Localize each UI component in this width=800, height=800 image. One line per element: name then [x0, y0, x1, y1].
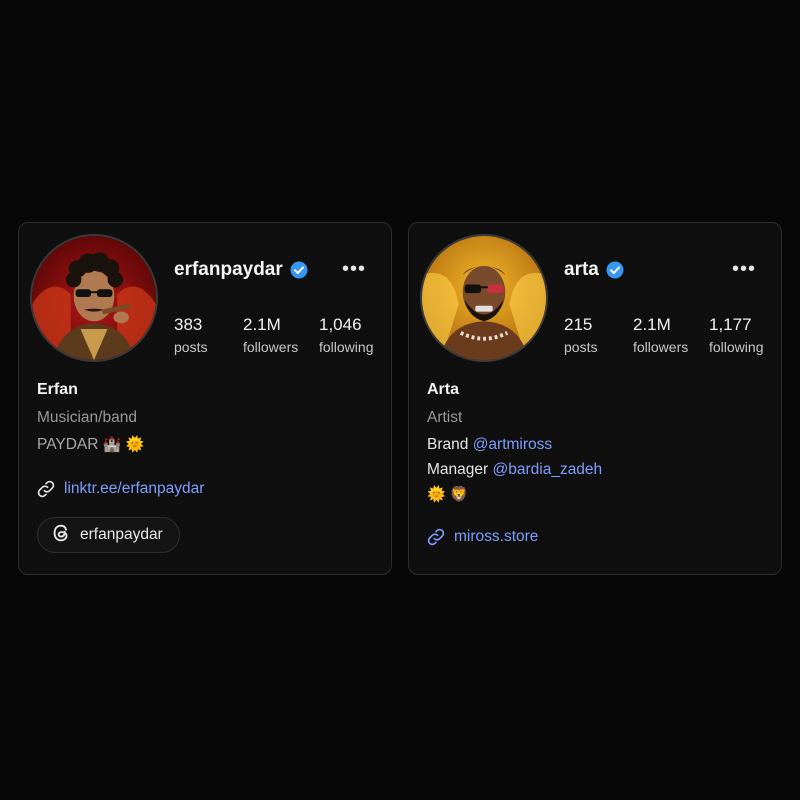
- stat-value: 383: [174, 315, 203, 334]
- bio-prefix: Brand: [427, 436, 469, 453]
- stat-followers[interactable]: 2.1M followers: [243, 315, 319, 355]
- more-options-icon[interactable]: •••: [342, 259, 366, 279]
- display-name: Erfan: [37, 381, 78, 398]
- stat-following[interactable]: 1,177 following: [709, 315, 763, 355]
- stat-label: followers: [243, 339, 299, 355]
- stat-followers[interactable]: 2.1M followers: [633, 315, 709, 355]
- bio-text: PAYDAR: [37, 436, 99, 453]
- verified-badge-icon: [606, 261, 624, 279]
- bio-line-manager: Manager @bardia_zadeh: [427, 461, 602, 478]
- mention-link[interactable]: @artmiross: [473, 436, 552, 453]
- profile-card-arta: arta ••• 215 posts 2.1M followers 1,177 …: [408, 222, 782, 575]
- profile-avatar[interactable]: [420, 234, 548, 362]
- stat-following[interactable]: 1,046 following: [319, 315, 373, 355]
- bio-emojis: 🏰 🌞: [102, 436, 145, 453]
- external-link[interactable]: linktr.ee/erfanpaydar: [36, 479, 204, 499]
- profile-bio: Erfan Musician/band PAYDAR 🏰 🌞: [37, 381, 144, 461]
- username[interactable]: erfanpaydar: [174, 259, 283, 281]
- username-row: erfanpaydar: [174, 259, 308, 281]
- bio-line-emojis: 🌞 🦁: [427, 486, 602, 503]
- link-icon: [426, 527, 446, 547]
- stat-label: following: [319, 339, 374, 355]
- stat-value: 2.1M: [633, 315, 671, 334]
- stat-label: posts: [174, 339, 208, 355]
- stat-posts[interactable]: 215 posts: [564, 315, 633, 355]
- stat-value: 1,177: [709, 315, 752, 334]
- stat-label: posts: [564, 339, 598, 355]
- avatar-illustration: [32, 236, 156, 360]
- stat-posts[interactable]: 383 posts: [174, 315, 243, 355]
- stat-label: followers: [633, 339, 689, 355]
- threads-handle: erfanpaydar: [80, 526, 163, 543]
- verified-badge-icon: [290, 261, 308, 279]
- avatar-illustration: [422, 236, 546, 360]
- more-options-icon[interactable]: •••: [732, 259, 756, 279]
- link-icon: [36, 479, 56, 499]
- stat-value: 1,046: [319, 315, 362, 334]
- stat-label: following: [709, 339, 764, 355]
- threads-icon: [50, 522, 72, 549]
- profile-stats: 383 posts 2.1M followers 1,046 following: [174, 315, 373, 355]
- stat-value: 2.1M: [243, 315, 281, 334]
- external-link[interactable]: miross.store: [426, 527, 538, 547]
- username-row: arta: [564, 259, 624, 281]
- bio-line: PAYDAR 🏰 🌞: [37, 436, 144, 453]
- stat-value: 215: [564, 315, 593, 334]
- profile-avatar[interactable]: [30, 234, 158, 362]
- bio-line-brand: Brand @artmiross: [427, 436, 602, 453]
- bio-emojis: 🌞 🦁: [427, 486, 469, 503]
- link-url: linktr.ee/erfanpaydar: [64, 480, 205, 497]
- threads-profile-button[interactable]: erfanpaydar: [37, 517, 180, 553]
- display-name: Arta: [427, 381, 460, 398]
- username[interactable]: arta: [564, 259, 599, 281]
- profile-stats: 215 posts 2.1M followers 1,177 following: [564, 315, 763, 355]
- mention-link[interactable]: @bardia_zadeh: [493, 461, 603, 478]
- profile-card-erfanpaydar: erfanpaydar ••• 383 posts 2.1M followers…: [18, 222, 392, 575]
- bio-prefix: Manager: [427, 461, 489, 478]
- category-label: Musician/band: [37, 409, 137, 426]
- category-label: Artist: [427, 409, 463, 426]
- link-url: miross.store: [454, 528, 539, 545]
- profile-bio: Arta Artist Brand @artmiross Manager @ba…: [427, 381, 602, 511]
